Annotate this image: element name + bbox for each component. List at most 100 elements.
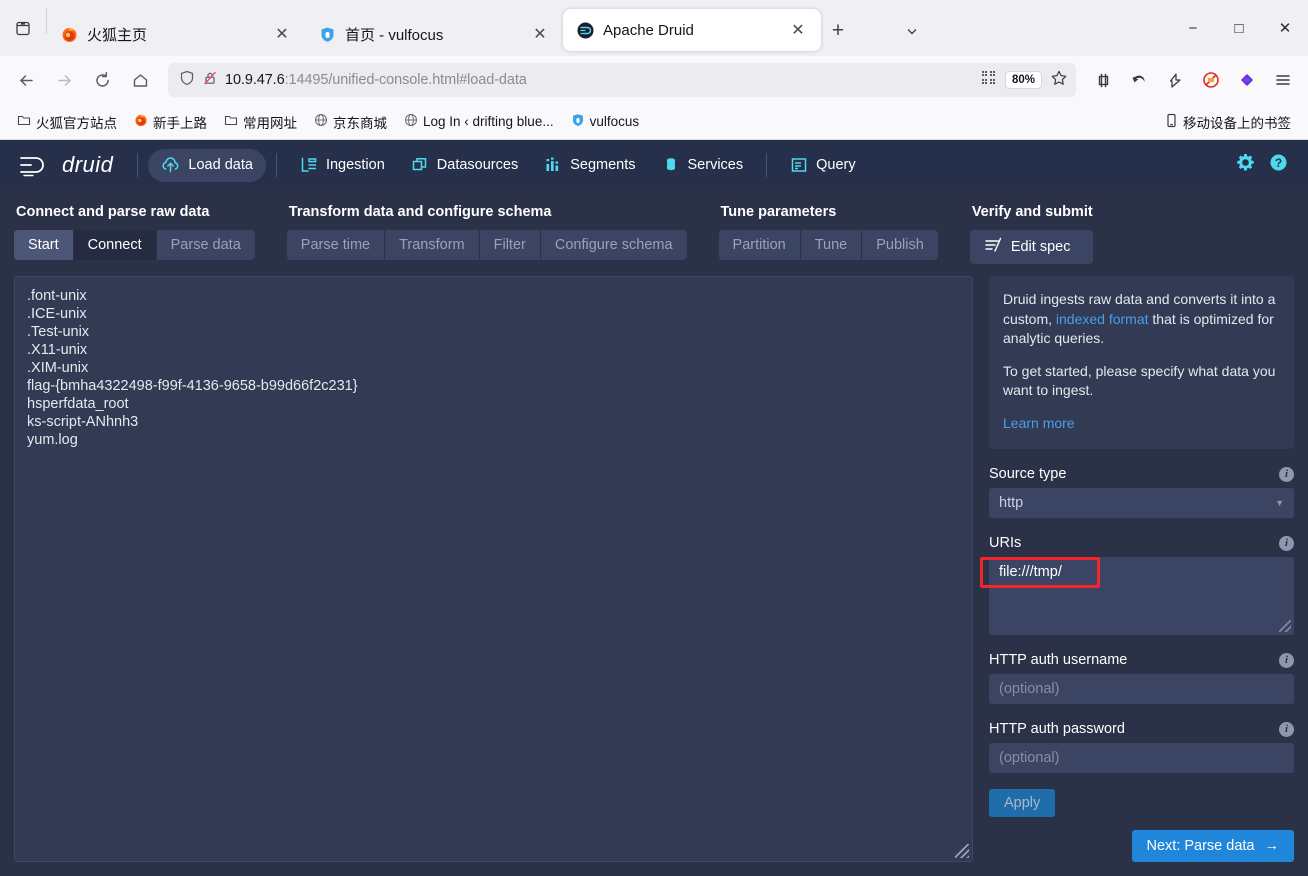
bookmark-item-4[interactable]: Log In ‹ drifting blue...	[397, 110, 561, 133]
arrow-right-icon: →	[1264, 838, 1280, 854]
forward-icon[interactable]	[46, 63, 82, 97]
info-icon[interactable]: i	[1279, 652, 1294, 668]
list-all-tabs-sidebar-icon[interactable]	[0, 0, 46, 56]
druid-logo[interactable]: druid	[16, 151, 127, 179]
wizard-step-start[interactable]: Start	[14, 230, 74, 260]
indexed-format-link[interactable]: indexed format	[1056, 311, 1149, 327]
http-password-input[interactable]: (optional)	[989, 743, 1294, 773]
wizard-step-configure-schema[interactable]: Configure schema	[541, 230, 687, 260]
close-window-button[interactable]: ✕	[1262, 8, 1308, 48]
star-icon[interactable]	[1050, 69, 1068, 92]
wizard-buttons: Parse time Transform Filter Configure sc…	[286, 230, 687, 260]
mobile-icon	[1165, 113, 1178, 131]
shield-icon[interactable]	[179, 70, 195, 91]
browser-tab-0[interactable]: 火狐主页 ✕	[47, 12, 305, 56]
nav-item-query[interactable]: Query	[777, 149, 869, 181]
bookmark-label: 新手上路	[153, 115, 207, 131]
nav-item-label: Datasources	[436, 157, 519, 173]
services-icon	[662, 156, 680, 174]
bookmark-item-0[interactable]: 火狐官方站点	[10, 109, 124, 135]
minimize-button[interactable]: −	[1170, 8, 1216, 48]
pocket-icon[interactable]	[1158, 63, 1192, 97]
new-tab-button[interactable]: +	[821, 14, 855, 48]
mobile-bookmarks-item[interactable]: 移动设备上的书签	[1158, 109, 1298, 135]
apply-button[interactable]: Apply	[989, 789, 1056, 817]
wizard-step-tune[interactable]: Tune	[801, 230, 863, 260]
undo-arrow-icon[interactable]	[1122, 63, 1156, 97]
uris-value: file:///tmp/	[999, 564, 1062, 580]
wizard-step-connect[interactable]: Connect	[73, 230, 157, 260]
bookmark-label: Log In ‹ drifting blue...	[423, 114, 554, 129]
shield-icon	[571, 113, 585, 130]
source-type-select[interactable]: http ▼	[989, 488, 1294, 518]
folder-icon	[224, 113, 238, 130]
http-username-input[interactable]: (optional)	[989, 674, 1294, 704]
nav-item-datasources[interactable]: Datasources	[398, 149, 531, 181]
wizard-group-title: Transform data and configure schema	[288, 204, 552, 220]
help-icon[interactable]: ?	[1269, 153, 1288, 177]
wizard-step-parse-time[interactable]: Parse time	[287, 230, 386, 260]
browser-tab-1[interactable]: 首页 - vulfocus ✕	[305, 12, 563, 56]
zoom-level-badge[interactable]: 80%	[1004, 71, 1042, 89]
home-icon[interactable]	[122, 63, 158, 97]
nav-divider	[137, 153, 139, 177]
wizard-step-label: Edit spec	[1010, 239, 1071, 255]
app-menu-icon[interactable]	[1266, 63, 1300, 97]
info-icon[interactable]: i	[1279, 535, 1294, 551]
wizard-step-filter[interactable]: Filter	[480, 230, 541, 260]
textarea-resize-handle[interactable]	[1279, 620, 1291, 632]
extension-diamond-icon[interactable]	[1230, 63, 1264, 97]
wizard-group-tune: Tune parameters Partition Tune Publish	[718, 204, 938, 260]
tab-title: 首页 - vulfocus	[345, 26, 444, 44]
edit-spec-icon	[984, 237, 1002, 257]
wizard-step-transform[interactable]: Transform	[385, 230, 480, 260]
lock-broken-icon[interactable]	[202, 70, 218, 91]
raw-data-line: .font-unix	[27, 288, 87, 304]
maximize-button[interactable]: □	[1216, 8, 1262, 48]
wizard-step-parse-data[interactable]: Parse data	[157, 230, 255, 260]
raw-data-line: .ICE-unix	[27, 306, 87, 322]
qr-code-icon[interactable]	[980, 69, 997, 91]
close-icon[interactable]: ✕	[787, 19, 809, 41]
chevron-down-icon[interactable]	[895, 14, 929, 48]
resize-handle[interactable]	[955, 844, 969, 858]
browser-tab-2-active[interactable]: Apache Druid ✕	[563, 9, 821, 51]
wizard-step-edit-spec[interactable]: Edit spec	[969, 230, 1085, 264]
nav-item-ingestion[interactable]: Ingestion	[287, 149, 398, 181]
bookmark-item-5[interactable]: vulfocus	[564, 110, 647, 133]
next-parse-data-button[interactable]: Next: Parse data →	[1131, 830, 1294, 862]
tab-title: Apache Druid	[603, 21, 694, 39]
wizard-step-bar: Connect and parse raw data Start Connect…	[0, 190, 1308, 264]
gear-icon[interactable]	[1236, 153, 1255, 177]
adblock-disabled-icon[interactable]	[1194, 63, 1228, 97]
close-icon[interactable]: ✕	[529, 23, 551, 45]
nav-item-load-data[interactable]: Load data	[148, 148, 266, 182]
uris-label-row: URIs i	[989, 535, 1294, 551]
nav-item-segments[interactable]: Segments	[531, 149, 648, 181]
raw-data-preview[interactable]: .font-unix .ICE-unix .Test-unix .X11-uni…	[14, 276, 973, 862]
bookmark-item-2[interactable]: 常用网址	[217, 109, 304, 135]
info-icon[interactable]: i	[1279, 721, 1294, 737]
screenshot-icon[interactable]	[1086, 63, 1120, 97]
bookmark-item-1[interactable]: 新手上路	[127, 109, 214, 135]
learn-more-link[interactable]: Learn more	[1003, 415, 1075, 431]
close-icon[interactable]: ✕	[271, 23, 293, 45]
nav-divider	[275, 153, 277, 177]
http-username-placeholder: (optional)	[999, 681, 1060, 697]
bookmark-label: 火狐官方站点	[36, 115, 117, 131]
reload-icon[interactable]	[84, 63, 120, 97]
nav-item-services[interactable]: Services	[649, 149, 757, 181]
uris-textarea[interactable]: file:///tmp/	[989, 557, 1294, 635]
wizard-step-publish[interactable]: Publish	[862, 230, 938, 260]
info-icon[interactable]: i	[1279, 466, 1294, 482]
wizard-step-partition[interactable]: Partition	[719, 230, 801, 260]
browser-window: 火狐主页 ✕ 首页 - vulfocus ✕ Apache Druid ✕ + …	[0, 0, 1308, 876]
folder-icon	[17, 113, 31, 130]
wizard-group-transform: Transform data and configure schema Pars…	[286, 204, 687, 260]
back-icon[interactable]	[8, 63, 44, 97]
wizard-group-title: Connect and parse raw data	[16, 204, 210, 220]
bookmark-item-3[interactable]: 京东商城	[307, 109, 394, 135]
nav-item-label: Load data	[188, 157, 253, 173]
url-bar[interactable]: 10.9.47.6:14495/unified-console.html#loa…	[168, 63, 1076, 97]
firefox-icon	[134, 113, 148, 130]
